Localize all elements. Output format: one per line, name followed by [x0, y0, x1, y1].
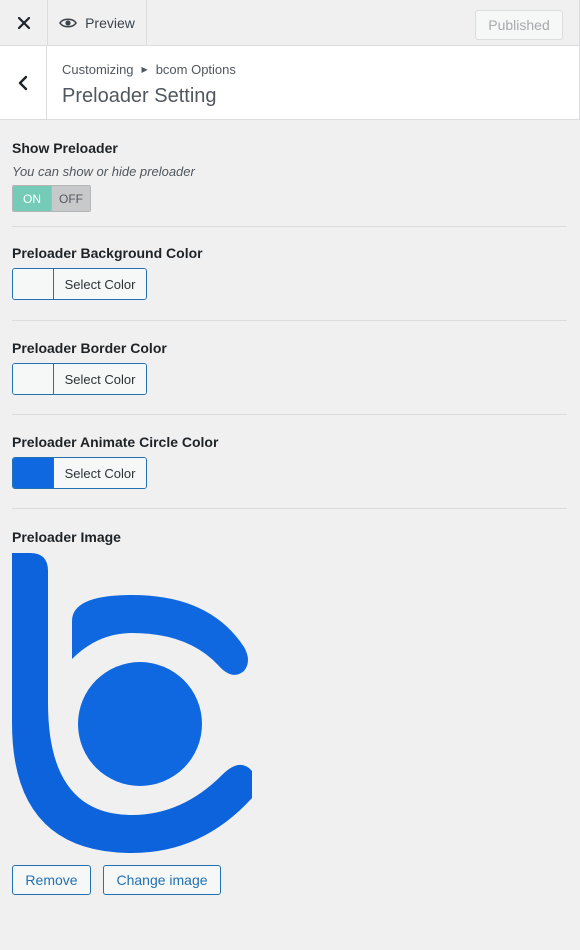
customizer-topbar: Preview Published: [0, 0, 580, 46]
border-color-swatch: [13, 364, 54, 394]
remove-image-button[interactable]: Remove: [12, 865, 91, 895]
bg-color-picker-button[interactable]: Select Color: [12, 268, 147, 300]
circle-color-swatch: [13, 458, 54, 488]
preloader-logo-image: [12, 553, 252, 853]
close-icon: [17, 16, 30, 29]
close-button[interactable]: [0, 0, 48, 45]
circle-color-control: Preloader Animate Circle Color Select Co…: [12, 434, 567, 489]
logo-arc-icon: [72, 595, 248, 675]
chevron-left-icon: [18, 75, 28, 90]
breadcrumb-section: bcom Options: [155, 62, 236, 77]
bg-color-label: Select Color: [54, 269, 146, 299]
show-preloader-description: You can show or hide preloader: [12, 164, 195, 179]
divider: [12, 414, 567, 415]
border-color-picker-button[interactable]: Select Color: [12, 363, 147, 395]
divider: [12, 508, 567, 509]
border-color-title: Preloader Border Color: [12, 340, 167, 356]
circle-color-picker-button[interactable]: Select Color: [12, 457, 147, 489]
bg-color-swatch: [13, 269, 54, 299]
border-color-control: Preloader Border Color Select Color: [12, 340, 567, 395]
bg-color-title: Preloader Background Color: [12, 245, 203, 261]
preview-button[interactable]: Preview: [48, 0, 147, 45]
show-preloader-toggle[interactable]: ON OFF: [12, 185, 91, 212]
eye-icon: [59, 17, 78, 28]
divider: [12, 320, 567, 321]
back-button[interactable]: [0, 46, 47, 119]
circle-color-label: Select Color: [54, 458, 146, 488]
circle-color-title: Preloader Animate Circle Color: [12, 434, 219, 450]
published-button[interactable]: Published: [475, 10, 563, 40]
preloader-image-title: Preloader Image: [12, 529, 121, 545]
show-preloader-title: Show Preloader: [12, 140, 118, 156]
change-image-button[interactable]: Change image: [103, 865, 221, 895]
section-header: Customizing ▶ bcom Options Preloader Set…: [0, 46, 580, 120]
show-preloader-control: Show Preloader You can show or hide prel…: [12, 140, 567, 212]
breadcrumb-root: Customizing: [62, 62, 134, 77]
bg-color-control: Preloader Background Color Select Color: [12, 245, 567, 300]
breadcrumb-separator-icon: ▶: [141, 65, 148, 74]
logo-circle-icon: [78, 662, 202, 786]
toggle-off[interactable]: OFF: [51, 186, 90, 211]
breadcrumb: Customizing ▶ bcom Options: [62, 62, 236, 77]
preview-label: Preview: [85, 14, 135, 31]
border-color-label: Select Color: [54, 364, 146, 394]
page-title: Preloader Setting: [62, 85, 217, 107]
preloader-image-control: Preloader Image: [12, 529, 567, 545]
toggle-on[interactable]: ON: [13, 186, 51, 211]
divider: [12, 226, 567, 227]
